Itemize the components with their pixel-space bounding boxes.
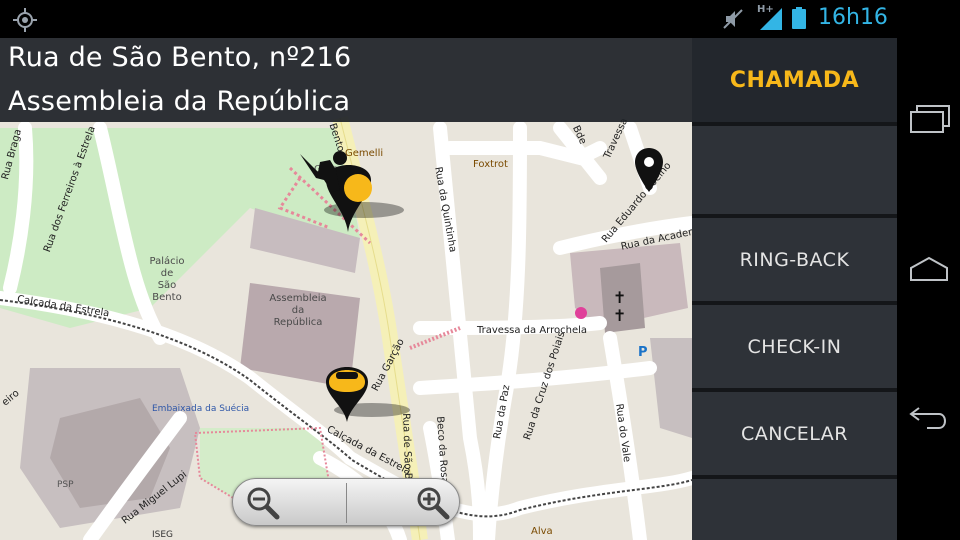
- map-label-assembleia: Assembleia da República: [269, 293, 327, 328]
- chamada-button[interactable]: CHAMADA: [692, 38, 897, 124]
- street-arrochela: Travessa da Arrochela: [477, 325, 588, 336]
- status-bar: H+ 16h16: [0, 0, 897, 38]
- passenger-marker-icon[interactable]: [296, 150, 406, 232]
- zoom-divider: [346, 483, 347, 523]
- svg-text:P: P: [638, 345, 648, 360]
- address-place: Assembleia da República: [8, 86, 351, 117]
- map-label-palacio: Palácio de São Bento: [149, 256, 185, 303]
- map-label-iseg: ISEG: [152, 530, 174, 540]
- zoom-in-icon[interactable]: [415, 485, 451, 521]
- navigation-bar: [897, 0, 960, 540]
- signal-icon: [760, 8, 782, 30]
- zoom-out-icon[interactable]: [245, 485, 281, 521]
- map-label-embaixada: Embaixada da Suécia: [152, 404, 250, 414]
- battery-icon: [792, 7, 806, 29]
- destination-pin-icon[interactable]: [633, 146, 665, 194]
- svg-text:✝: ✝: [613, 288, 626, 307]
- clock: 16h16: [818, 5, 888, 30]
- address-header: Rua de São Bento, nº216 Assembleia da Re…: [0, 38, 692, 122]
- empty-panel-slot: [692, 124, 897, 216]
- back-icon[interactable]: [907, 400, 951, 434]
- home-icon[interactable]: [907, 252, 951, 286]
- ring-back-button[interactable]: RING-BACK: [692, 216, 897, 303]
- action-panel: CHAMADA RING-BACK CHECK-IN CANCELAR: [692, 38, 897, 540]
- recent-apps-icon[interactable]: [907, 102, 951, 136]
- empty-panel-slot-bottom: [692, 477, 897, 540]
- map-label-psp: PSP: [57, 480, 74, 490]
- svg-text:✝: ✝: [613, 306, 626, 325]
- map-label-foxtrot: Foxtrot: [473, 159, 508, 170]
- taxi-marker-icon[interactable]: [322, 358, 412, 428]
- check-in-button[interactable]: CHECK-IN: [692, 303, 897, 390]
- gps-icon: [13, 8, 37, 32]
- address-street: Rua de São Bento, nº216: [8, 42, 352, 73]
- zoom-controls: [232, 478, 460, 526]
- map-label-alva: Alva: [531, 526, 553, 537]
- cancelar-button[interactable]: CANCELAR: [692, 390, 897, 477]
- mute-icon: [723, 9, 743, 29]
